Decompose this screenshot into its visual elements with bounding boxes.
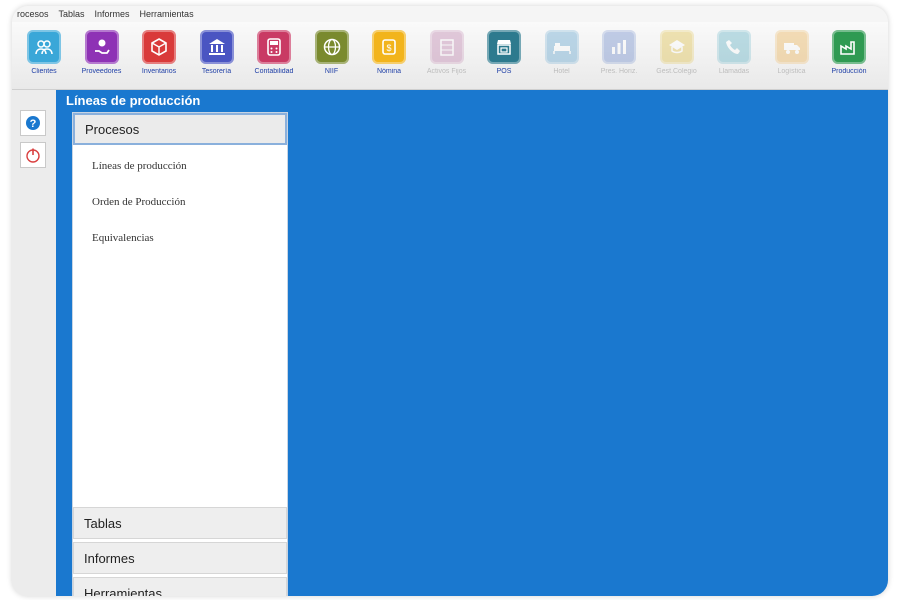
toolbar-button-tesorer-a[interactable]: Tesorería [189,22,245,75]
toolbar-button-pres-horiz[interactable]: Pres. Horiz. [591,22,647,75]
toolbar-button-n-mina[interactable]: $ Nómina [361,22,417,75]
module-toolbar: Clientes Proveedores Inventarios Tesorería C… [12,22,888,90]
toolbar-label: Inventarios [141,68,177,75]
section-herramientas[interactable]: Herramientas [73,577,287,596]
toolbar-button-gest-colegio[interactable]: Gest.Colegio [649,22,705,75]
menu-tablas[interactable]: Tablas [54,9,90,19]
toolbar-button-hotel[interactable]: Hotel [534,22,590,75]
globe-icon [314,30,349,64]
toolbar-label: Proveedores [81,68,122,75]
toolbar-label: Producción [831,68,867,75]
menu-bar: rocesos Tablas Informes Herramientas [12,6,888,22]
menu-herramientas[interactable]: Herramientas [135,9,199,19]
toolbar-label: Contabilidad [254,68,294,75]
menu-procesos[interactable]: rocesos [12,9,54,19]
toolbar-button-clientes[interactable]: Clientes [16,22,72,75]
power-icon [26,148,40,163]
toolbar-label: Llamadas [718,68,750,75]
work-area: Líneas de producción Procesos Líneas de … [56,90,888,596]
toolbar-button-inventarios[interactable]: Inventarios [131,22,187,75]
bank-icon [199,30,234,64]
toolbar-label: Pres. Horiz. [600,68,638,75]
help-button[interactable]: ? [20,110,46,136]
toolbar-label: Hotel [553,68,570,75]
item-equivalencias[interactable]: Equivalencias [92,232,154,244]
navigation-panel: Procesos Líneas de producción Orden de P… [72,112,288,596]
toolbar-label: Clientes [31,68,57,75]
toolbar-label: Activos Fijos [426,68,467,75]
payroll-icon: $ [372,30,406,64]
section-procesos[interactable]: Procesos [73,113,287,145]
hand-coin-icon [84,30,119,64]
section-tablas[interactable]: Tablas [73,507,287,539]
toolbar-button-activos-fijos[interactable]: Activos Fijos [419,22,475,75]
chart-icon [602,30,636,64]
left-strip: ? [12,90,57,596]
box-icon [142,30,176,64]
app-window: rocesos Tablas Informes Herramientas Cli… [12,6,888,596]
bed-icon [544,30,579,64]
toolbar-label: NIIF [324,68,339,75]
toolbar-button-llamadas[interactable]: Llamadas [706,22,762,75]
toolbar-button-niif[interactable]: NIIF [304,22,360,75]
item-lineas-de-produccion[interactable]: Líneas de producción [92,160,187,172]
panel-title: Líneas de producción [66,93,201,108]
calculator-icon [257,30,291,64]
truck-icon [774,30,809,64]
toolbar-label: POS [496,68,512,75]
svg-text:$: $ [386,43,391,53]
school-icon [659,30,694,64]
help-icon: ? [26,116,40,130]
toolbar-button-producci-n[interactable]: Producción [821,22,877,75]
toolbar-label: Nómina [376,68,402,75]
toolbar-button-pos[interactable]: POS [476,22,532,75]
phone-icon [717,30,751,64]
toolbar-label: Tesorería [201,68,232,75]
toolbar-button-log-stica[interactable]: Logística [764,22,820,75]
toolbar-button-contabilidad[interactable]: Contabilidad [246,22,302,75]
item-orden-de-produccion[interactable]: Orden de Producción [92,196,185,208]
toolbar-label: Logística [777,68,806,75]
section-informes[interactable]: Informes [73,542,287,574]
toolbar-label: Gest.Colegio [656,68,697,75]
toolbar-button-proveedores[interactable]: Proveedores [74,22,130,75]
toolbar-button-more[interactable] [879,22,889,68]
svg-text:?: ? [30,118,37,130]
menu-informes[interactable]: Informes [90,9,135,19]
factory-icon [832,30,866,64]
building-icon [429,30,464,64]
users-icon [27,30,61,64]
power-button[interactable] [20,142,46,168]
store-icon [487,30,521,64]
